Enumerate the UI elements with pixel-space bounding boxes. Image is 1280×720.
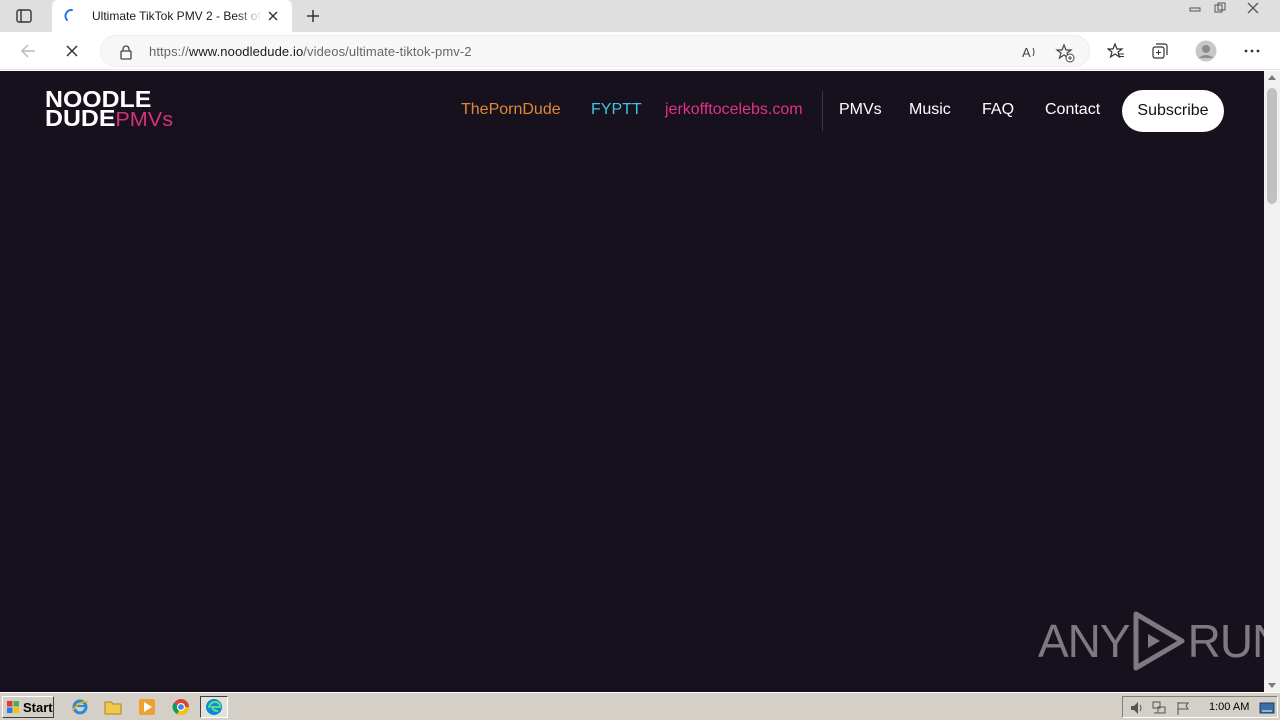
taskbar-chrome-icon[interactable] (171, 697, 191, 717)
avatar-icon (1195, 40, 1217, 62)
settings-menu-button[interactable] (1239, 39, 1265, 63)
scroll-down-arrow-icon[interactable] (1268, 683, 1276, 688)
profile-button[interactable] (1193, 39, 1219, 63)
tab-actions-icon[interactable] (12, 6, 36, 26)
network-icon[interactable] (1151, 700, 1167, 716)
nav-link-fyptt[interactable]: FYPTT (591, 101, 642, 119)
window-close-button[interactable] (1242, 0, 1264, 16)
close-icon (1247, 2, 1259, 14)
url-host: www.noodledude.io (188, 44, 304, 59)
start-button[interactable]: Start (2, 696, 54, 718)
restore-icon (1214, 2, 1226, 13)
tab-close-icon[interactable] (266, 9, 280, 23)
volume-icon[interactable] (1129, 700, 1145, 716)
address-bar[interactable]: https://www.noodledude.io/videos/ultimat… (100, 35, 1090, 67)
browser-tab-strip: Ultimate TikTok PMV 2 - Best of (0, 0, 1280, 32)
watermark-right-text: RUN (1187, 615, 1264, 667)
svg-text:A: A (1022, 45, 1031, 60)
plus-icon (307, 10, 319, 22)
windows-logo-icon (7, 701, 19, 713)
start-label: Start (23, 699, 53, 715)
windows-taskbar: Start 1:00 AM (0, 692, 1280, 720)
url-scheme: https:// (149, 44, 189, 59)
page-scrollbar[interactable] (1264, 71, 1280, 692)
taskbar-explorer-icon[interactable] (103, 697, 123, 717)
nav-link-contact[interactable]: Contact (1045, 101, 1100, 119)
tab-title: Ultimate TikTok PMV 2 - Best of (92, 9, 261, 23)
lock-icon[interactable] (119, 44, 133, 60)
back-button[interactable] (15, 39, 41, 63)
url-text: https://www.noodledude.io/videos/ultimat… (149, 44, 472, 59)
add-favorite-icon[interactable] (1055, 43, 1075, 63)
browser-toolbar: https://www.noodledude.io/videos/ultimat… (0, 32, 1280, 70)
back-arrow-icon (20, 44, 35, 58)
scroll-thumb[interactable] (1267, 88, 1277, 204)
stop-loading-button[interactable] (59, 39, 85, 63)
nav-link-music[interactable]: Music (909, 101, 951, 119)
anyrun-watermark: ANY RUN (1038, 609, 1264, 673)
nav-link-faq[interactable]: FAQ (982, 101, 1014, 119)
nav-link-pmvs[interactable]: PMVs (839, 101, 882, 119)
minimize-icon (1189, 7, 1201, 12)
scroll-up-arrow-icon[interactable] (1268, 75, 1276, 80)
taskbar-media-player-icon[interactable] (137, 697, 157, 717)
site-nav: ThePornDude FYPTT jerkofftocelebs.com PM… (0, 91, 1264, 131)
taskbar-ie-icon[interactable] (70, 697, 90, 717)
favorites-icon (1107, 42, 1124, 59)
url-path: /videos/ultimate-tiktok-pmv-2 (303, 44, 472, 59)
nav-link-jerkofftocelebs[interactable]: jerkofftocelebs.com (665, 101, 803, 119)
collections-button[interactable] (1147, 39, 1173, 63)
loading-spinner-icon (64, 9, 73, 21)
clock[interactable]: 1:00 AM (1209, 701, 1249, 713)
read-aloud-icon[interactable]: A (1021, 43, 1039, 61)
stop-icon (66, 45, 78, 57)
minimize-button[interactable] (1184, 0, 1206, 16)
play-logo-icon (1133, 611, 1185, 671)
nav-separator (822, 91, 823, 131)
restore-button[interactable] (1209, 0, 1231, 16)
new-tab-button[interactable] (302, 6, 324, 26)
system-tray: 1:00 AM (1122, 696, 1278, 718)
show-desktop-icon[interactable] (1259, 700, 1275, 716)
collections-icon (1152, 43, 1168, 59)
watermark-left-text: ANY (1038, 615, 1131, 667)
nav-link-theporndude[interactable]: ThePornDude (461, 101, 561, 119)
browser-tab-active[interactable]: Ultimate TikTok PMV 2 - Best of (52, 0, 292, 32)
more-icon (1244, 49, 1260, 53)
web-page: NOODLE DUDEPMVs ThePornDude FYPTT jerkof… (0, 71, 1264, 692)
action-center-flag-icon[interactable] (1175, 700, 1191, 716)
subscribe-button[interactable]: Subscribe (1122, 90, 1224, 132)
favorites-button[interactable] (1103, 39, 1129, 63)
taskbar-edge-icon[interactable] (200, 696, 228, 718)
